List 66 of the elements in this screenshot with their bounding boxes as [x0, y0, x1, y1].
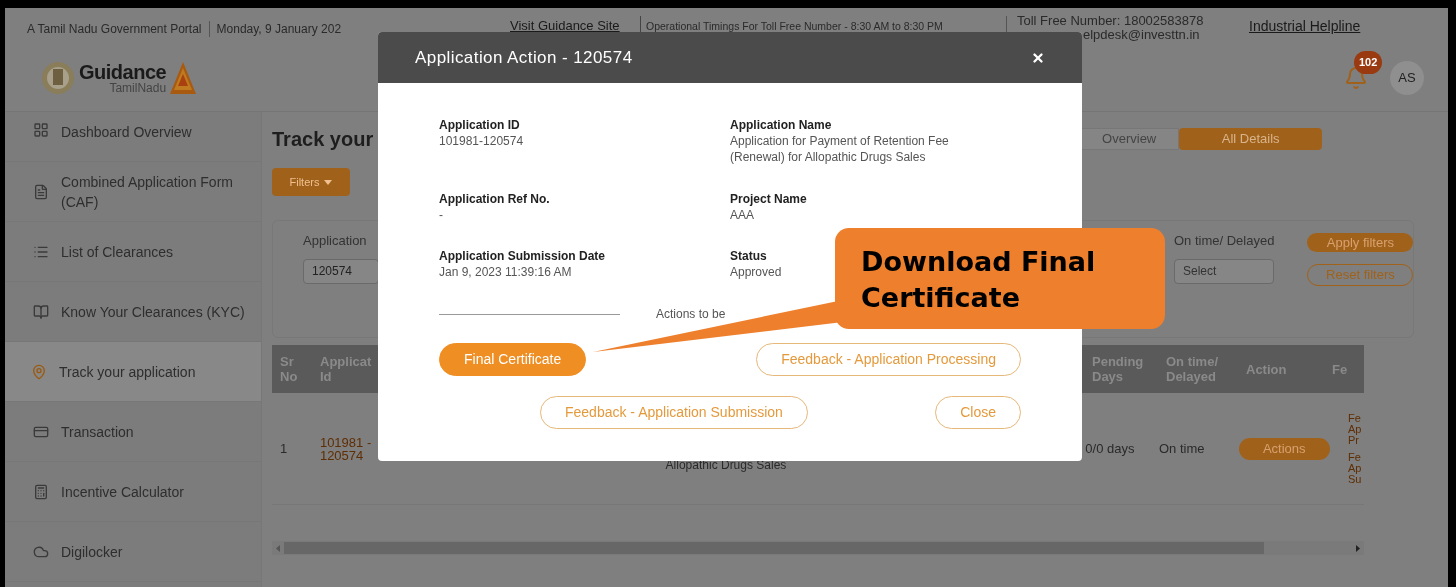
sidebar-item[interactable]: Digilocker — [5, 522, 261, 582]
timings-text: Operational Timings For Toll Free Number - 8:30 AM to 8:30 PM — [646, 19, 944, 34]
scroll-right-icon[interactable] — [1356, 544, 1360, 552]
field-label: On time/ Delayed — [1174, 232, 1275, 250]
user-avatar[interactable]: AS — [1390, 61, 1424, 95]
portal-name: A Tamil Nadu Government Portal — [27, 21, 202, 38]
actions-button[interactable]: Actions — [1238, 437, 1331, 460]
emblem-icon — [41, 61, 75, 95]
sidebar-item[interactable]: List of Clearances — [5, 222, 261, 282]
field-label: Application — [303, 232, 368, 250]
field-value: 101981-120574 — [439, 133, 525, 149]
calculator-icon — [33, 483, 49, 500]
scrollbar-thumb[interactable] — [284, 542, 1264, 554]
logo-subtitle: TamilNadu — [109, 82, 167, 94]
field-value: AAA — [730, 207, 755, 223]
table-cell-text: On time — [1158, 439, 1206, 458]
document-icon — [33, 183, 49, 200]
feedback-link[interactable]: Fe Ap Su — [1348, 451, 1365, 485]
page-title: Track your — [272, 127, 374, 152]
final-certificate-button[interactable]: Final Certificate — [439, 343, 587, 376]
stripes-icon — [170, 62, 197, 94]
table-cell-text: 1 — [280, 439, 289, 458]
email-text: elpdesk@investtn.in — [1082, 28, 1201, 42]
scroll-left-icon[interactable] — [276, 544, 280, 552]
field-value: Application for Payment of Retention Fee (Renewal) for Allopathic Drugs Sales — [730, 133, 950, 165]
table-cell-text: 0/0 days — [1085, 439, 1136, 458]
view-tab[interactable]: All Details — [1179, 128, 1323, 150]
field-value: - — [439, 207, 444, 223]
field-label: Application Submission Date — [439, 248, 606, 264]
book-icon — [33, 303, 49, 320]
sidebar-item[interactable]: Transaction — [5, 402, 261, 462]
actions-label: Actions to be — [656, 306, 726, 323]
field-value: Approved — [730, 264, 783, 280]
logo-title: Guidance — [79, 62, 167, 82]
feedback-button[interactable]: Close — [935, 396, 1021, 429]
status-select[interactable]: Select — [1174, 258, 1274, 284]
field-label: Application ID — [439, 117, 520, 133]
application-id-input[interactable]: 120574 — [303, 258, 379, 284]
close-icon[interactable] — [1031, 50, 1045, 65]
sidebar-item[interactable]: Combined Application Form (CAF) — [5, 162, 261, 222]
field-label: Project Name — [730, 191, 807, 207]
view-tab[interactable]: Overview — [1079, 128, 1180, 150]
field-value: Jan 9, 2023 11:39:16 AM — [439, 264, 573, 280]
industrial-helpline-link[interactable]: Industrial Helpline — [1249, 16, 1361, 37]
toll-free-number: Toll Free Number: 18002583878 — [1017, 14, 1205, 28]
filters-button[interactable]: Filters — [272, 168, 350, 196]
caret-icon — [324, 179, 333, 185]
feedback-button[interactable]: Feedback - Application Submission — [540, 396, 808, 429]
date-text: Monday, 9 January 202 — [216, 21, 342, 38]
apply-filters-button[interactable]: Apply filters — [1307, 233, 1414, 252]
location-pin-icon — [31, 363, 47, 380]
feedback-button[interactable]: Feedback - Application Processing — [756, 343, 1021, 376]
notification-badge: 102 — [1354, 51, 1383, 74]
notification-bell-icon[interactable] — [1344, 66, 1368, 90]
application-id-link[interactable]: 101981 - 120574 — [319, 435, 380, 462]
grid-icon — [33, 122, 49, 138]
field-label: Application Ref No. — [439, 191, 550, 207]
horizontal-scrollbar[interactable] — [272, 541, 1364, 555]
feedback-link[interactable]: Fe Ap Pr — [1348, 412, 1365, 446]
sidebar-item[interactable]: Incentive Calculator — [5, 462, 261, 522]
callout: Download Final Certificate — [835, 228, 1165, 329]
sidebar-item[interactable]: Track your application — [5, 342, 261, 402]
sidebar-item[interactable]: Dashboard Overview — [5, 112, 261, 162]
field-label: Application Name — [730, 117, 832, 133]
field-label: Status — [730, 248, 767, 264]
dialog-title: Application Action - 120574 — [415, 46, 633, 69]
